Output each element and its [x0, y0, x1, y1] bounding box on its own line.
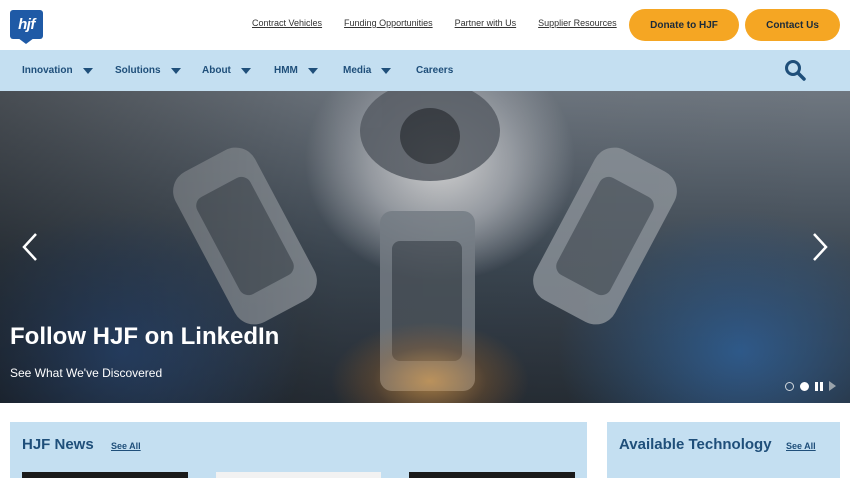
- link-supplier-resources[interactable]: Supplier Resources: [538, 18, 617, 28]
- technology-title: Available Technology: [619, 436, 772, 453]
- search-icon[interactable]: [784, 59, 806, 81]
- top-bar: hjf Contract Vehicles Funding Opportunit…: [0, 0, 850, 50]
- hero-title: Follow HJF on LinkedIn: [10, 323, 280, 350]
- news-thumbnail[interactable]: [409, 472, 575, 478]
- link-funding-opportunities[interactable]: Funding Opportunities: [344, 18, 433, 28]
- chevron-right-icon[interactable]: [810, 231, 830, 263]
- nav-item-hmm[interactable]: HMM: [274, 50, 318, 91]
- hero-carousel: Follow HJF on LinkedIn See What We've Di…: [0, 91, 850, 403]
- hjf-logo[interactable]: hjf: [10, 10, 43, 44]
- hero-overlay: [0, 91, 850, 403]
- news-see-all-link[interactable]: See All: [111, 441, 141, 451]
- nav-label: Solutions: [115, 65, 161, 76]
- news-title: HJF News: [22, 436, 94, 453]
- main-nav: Innovation Solutions About HMM Media Car…: [0, 50, 850, 91]
- nav-label: About: [202, 65, 231, 76]
- nav-item-media[interactable]: Media: [343, 50, 392, 91]
- chevron-down-icon: [82, 67, 93, 74]
- chevron-down-icon: [240, 67, 251, 74]
- nav-item-about[interactable]: About: [202, 50, 251, 91]
- nav-item-solutions[interactable]: Solutions: [115, 50, 181, 91]
- utility-links: Contract Vehicles Funding Opportunities …: [252, 18, 639, 28]
- technology-panel: Available Technology See All: [607, 422, 840, 478]
- link-contract-vehicles[interactable]: Contract Vehicles: [252, 18, 322, 28]
- nav-item-innovation[interactable]: Innovation: [22, 50, 93, 91]
- play-icon[interactable]: [829, 381, 836, 391]
- nav-label: Media: [343, 65, 372, 76]
- chevron-down-icon: [307, 67, 318, 74]
- chevron-down-icon: [381, 67, 392, 74]
- technology-see-all-link[interactable]: See All: [786, 441, 816, 451]
- carousel-controls: [785, 381, 836, 391]
- pause-icon[interactable]: [815, 381, 823, 391]
- nav-label: Careers: [416, 65, 454, 76]
- chevron-left-icon[interactable]: [20, 231, 40, 263]
- nav-label: Innovation: [22, 65, 73, 76]
- news-panel: HJF News See All: [10, 422, 587, 478]
- carousel-dot-2[interactable]: [800, 381, 809, 391]
- carousel-dot-1[interactable]: [785, 381, 794, 391]
- donate-button[interactable]: Donate to HJF: [629, 9, 739, 41]
- contact-button[interactable]: Contact Us: [745, 9, 840, 41]
- nav-item-careers[interactable]: Careers: [416, 50, 453, 91]
- chevron-down-icon: [170, 67, 181, 74]
- news-thumbnail[interactable]: [216, 472, 381, 478]
- link-partner-with-us[interactable]: Partner with Us: [455, 18, 517, 28]
- nav-label: HMM: [274, 65, 298, 76]
- hero-subtitle: See What We've Discovered: [10, 366, 163, 380]
- news-thumbnail[interactable]: [22, 472, 188, 478]
